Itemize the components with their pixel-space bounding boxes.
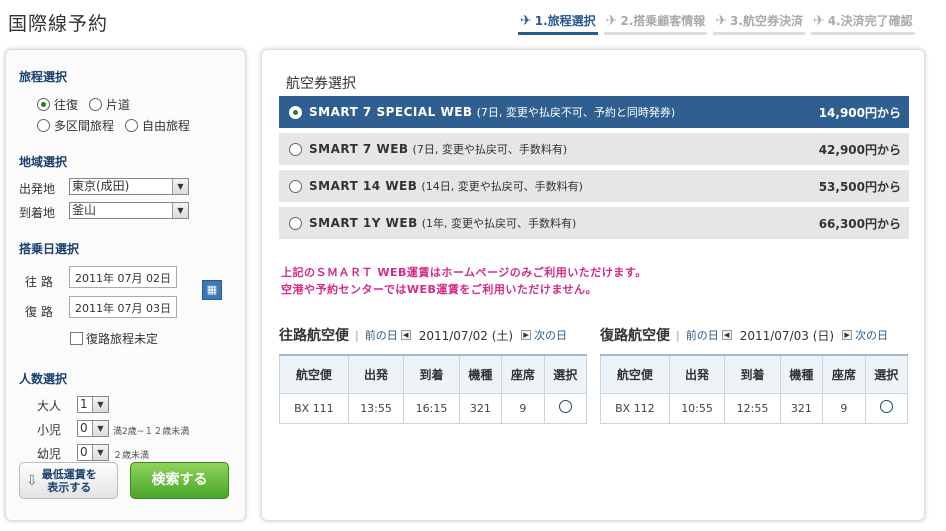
chevron-right-icon[interactable]: ▶ bbox=[842, 330, 853, 340]
child-label: 小児 bbox=[37, 423, 62, 437]
inbound-flight-header: 復路航空便 | 前の日 ◀ 2011/07/03 (日) ▶ 次の日 bbox=[600, 327, 889, 344]
region-section-title: 地域選択 bbox=[19, 155, 68, 169]
step-4: ✈ 4.決済完了確認 bbox=[810, 12, 915, 35]
infant-age-note: ２歳未満 bbox=[113, 451, 150, 461]
fare-option-smart14[interactable]: SMART 14 WEB (14日, 変更や払戻可、手数料有) 53,500円か… bbox=[279, 170, 909, 202]
fare-price: 53,500円から bbox=[818, 179, 901, 194]
chevron-down-icon[interactable]: ▼ bbox=[172, 179, 188, 194]
radio[interactable] bbox=[289, 179, 302, 193]
date-section-title: 搭乗日選択 bbox=[19, 242, 80, 256]
radio[interactable] bbox=[125, 119, 138, 132]
select-flight-radio[interactable] bbox=[879, 400, 893, 413]
outbound-date-input[interactable]: 2011年 07月 02日 bbox=[69, 266, 177, 288]
chevron-down-icon[interactable]: ▼ bbox=[92, 445, 108, 460]
fare-option-smart7-special[interactable]: SMART 7 SPECIAL WEB (7日, 変更や払戻不可、予約と同時発券… bbox=[279, 96, 909, 128]
return-label: 復 路 bbox=[25, 305, 53, 319]
round-trip-option[interactable]: 往復 bbox=[37, 96, 78, 113]
search-button[interactable]: 検索する bbox=[130, 462, 229, 499]
radio[interactable] bbox=[89, 98, 102, 111]
inbound-date: 2011/07/03 (日) bbox=[739, 328, 835, 343]
chevron-left-icon[interactable]: ◀ bbox=[721, 330, 732, 340]
progress-steps: ✈ 1.旅程選択 ✈ 2.搭乗顧客情報 ✈ 3.航空券決済 ✈ 4.決済完了確認 bbox=[518, 12, 915, 35]
infant-label: 幼児 bbox=[37, 447, 62, 461]
radio-selected[interactable] bbox=[37, 98, 50, 111]
chevron-left-icon[interactable]: ◀ bbox=[400, 330, 411, 340]
step-1: ✈ 1.旅程選択 bbox=[518, 12, 598, 35]
radio-selected[interactable] bbox=[289, 105, 302, 119]
prev-day-link[interactable]: 前の日 bbox=[686, 327, 719, 343]
checkbox[interactable] bbox=[70, 332, 83, 345]
select-flight-radio[interactable] bbox=[558, 400, 572, 413]
multi-city-option[interactable]: 多区間旅程 bbox=[37, 117, 114, 134]
inbound-flight-table: 航空便 出発 到着 機種 座席 選択 BX 112 10:55 12:55 32… bbox=[600, 354, 909, 424]
calendar-icon[interactable]: ▦ bbox=[202, 280, 222, 300]
return-undecided-checkbox[interactable]: 復路旅程未定 bbox=[70, 330, 158, 347]
lowest-fare-button[interactable]: ⇩ 最低運賃を 表示する bbox=[19, 462, 118, 499]
return-date-input[interactable]: 2011年 07月 03日 bbox=[69, 296, 177, 318]
outbound-date: 2011/07/02 (土) bbox=[418, 328, 514, 343]
radio[interactable] bbox=[289, 216, 302, 230]
fare-price: 14,900円から bbox=[818, 105, 901, 120]
prev-day-link[interactable]: 前の日 bbox=[365, 327, 398, 343]
chevron-down-icon[interactable]: ▼ bbox=[92, 397, 108, 412]
next-day-link[interactable]: 次の日 bbox=[534, 327, 567, 343]
search-panel: 旅程選択 往復 片道 多区間旅程 自由旅程 地域選択 出発地 東京(成田) ▼ 到… bbox=[5, 49, 246, 521]
infant-select[interactable]: 0 ▼ bbox=[77, 444, 109, 461]
step-2: ✈ 2.搭乗顧客情報 bbox=[603, 12, 708, 35]
child-select[interactable]: 0 ▼ bbox=[77, 420, 109, 437]
step-3: ✈ 3.航空券決済 bbox=[713, 12, 805, 35]
web-fare-notice: 上記のＳＭＡＲＴ WEB運賃はホームページのみご利用いただけます。 空港や予約セ… bbox=[281, 266, 647, 296]
table-row: BX 111 13:55 16:15 321 9 bbox=[279, 392, 588, 424]
departure-label: 出発地 bbox=[19, 182, 56, 196]
fare-section-title: 航空券選択 bbox=[286, 76, 356, 92]
fare-option-smart1y[interactable]: SMART 1Y WEB (1年, 変更や払戻可、手数料有) 66,300円から bbox=[279, 207, 909, 239]
radio[interactable] bbox=[37, 119, 50, 132]
next-day-link[interactable]: 次の日 bbox=[855, 327, 888, 343]
open-jaw-option[interactable]: 自由旅程 bbox=[125, 117, 190, 134]
table-row: BX 112 10:55 12:55 321 9 bbox=[600, 392, 909, 424]
departure-select[interactable]: 東京(成田) ▼ bbox=[69, 178, 189, 195]
pax-section-title: 人数選択 bbox=[19, 372, 68, 386]
download-icon: ⇩ bbox=[26, 472, 38, 489]
adult-label: 大人 bbox=[37, 399, 62, 413]
outbound-flight-header: 往路航空便 | 前の日 ◀ 2011/07/02 (土) ▶ 次の日 bbox=[279, 327, 568, 344]
outbound-flight-table: 航空便 出発 到着 機種 座席 選択 BX 111 13:55 16:15 32… bbox=[279, 354, 588, 424]
trip-section-title: 旅程選択 bbox=[19, 70, 68, 84]
radio[interactable] bbox=[289, 142, 302, 156]
fare-price: 66,300円から bbox=[818, 216, 901, 231]
chevron-down-icon[interactable]: ▼ bbox=[92, 421, 108, 436]
chevron-down-icon[interactable]: ▼ bbox=[172, 203, 188, 218]
plane-icon: ✈ bbox=[715, 12, 728, 29]
fare-price: 42,900円から bbox=[818, 142, 901, 157]
chevron-right-icon[interactable]: ▶ bbox=[521, 330, 532, 340]
arrival-label: 到着地 bbox=[19, 206, 56, 220]
page-title: 国際線予約 bbox=[8, 13, 109, 35]
table-header-row: 航空便 出発 到着 機種 座席 選択 bbox=[279, 354, 588, 394]
adult-select[interactable]: 1 ▼ bbox=[77, 396, 109, 413]
fare-option-smart7[interactable]: SMART 7 WEB (7日, 変更や払戻可、手数料有) 42,900円から bbox=[279, 133, 909, 165]
outbound-label: 往 路 bbox=[25, 275, 53, 289]
plane-icon: ✈ bbox=[605, 12, 618, 29]
child-age-note: 満2歳~１２歳未満 bbox=[113, 427, 190, 437]
fare-panel: 航空券選択 SMART 7 SPECIAL WEB (7日, 変更や払戻不可、予… bbox=[261, 49, 925, 521]
arrival-select[interactable]: 釜山 ▼ bbox=[69, 202, 189, 219]
one-way-option[interactable]: 片道 bbox=[89, 96, 130, 113]
plane-icon: ✈ bbox=[520, 12, 532, 29]
table-header-row: 航空便 出発 到着 機種 座席 選択 bbox=[600, 354, 909, 394]
plane-icon: ✈ bbox=[812, 12, 825, 29]
